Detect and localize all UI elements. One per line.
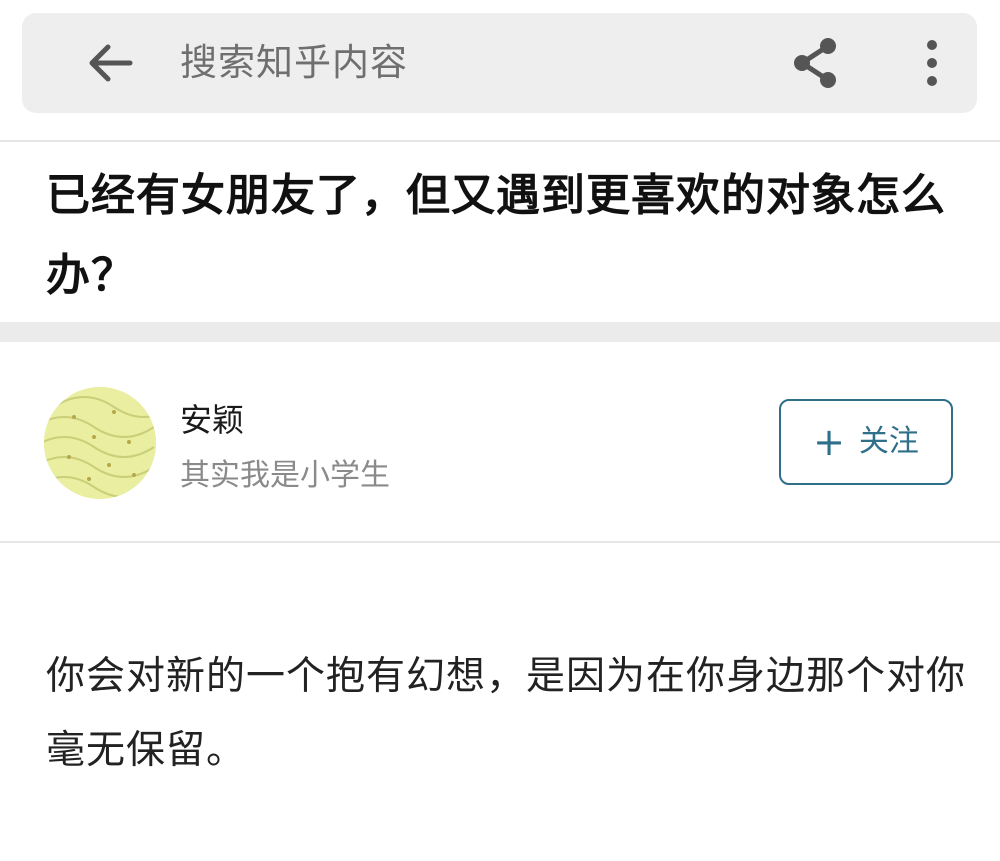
- answer-text[interactable]: 你会对新的一个抱有幻想，是因为在你身边那个对你毫无保留。: [46, 640, 966, 788]
- top-bar: 搜索知乎内容: [0, 0, 1000, 140]
- avatar-pattern-icon: [44, 387, 156, 499]
- more-vertical-icon: [927, 40, 937, 86]
- arrow-left-icon: [89, 44, 133, 82]
- follow-button[interactable]: + 关注: [779, 399, 953, 485]
- question-title[interactable]: 已经有女朋友了，但又遇到更喜欢的对象怎么办？: [46, 156, 966, 316]
- follow-label: 关注: [858, 424, 919, 459]
- share-button[interactable]: [785, 33, 845, 93]
- section-separator: [0, 322, 1000, 342]
- share-icon: [794, 38, 836, 88]
- author-bio: 其实我是小学生: [180, 458, 390, 493]
- search-bar[interactable]: 搜索知乎内容: [22, 13, 977, 113]
- back-button[interactable]: [74, 35, 146, 91]
- divider: [0, 541, 1000, 543]
- author-name[interactable]: 安颖: [180, 400, 244, 440]
- more-button[interactable]: [912, 33, 952, 93]
- author-row: 安颖 其实我是小学生 + 关注: [0, 342, 1000, 542]
- search-input[interactable]: 搜索知乎内容: [180, 39, 408, 87]
- plus-icon: +: [813, 420, 845, 464]
- avatar[interactable]: [44, 387, 156, 499]
- divider: [0, 140, 1000, 142]
